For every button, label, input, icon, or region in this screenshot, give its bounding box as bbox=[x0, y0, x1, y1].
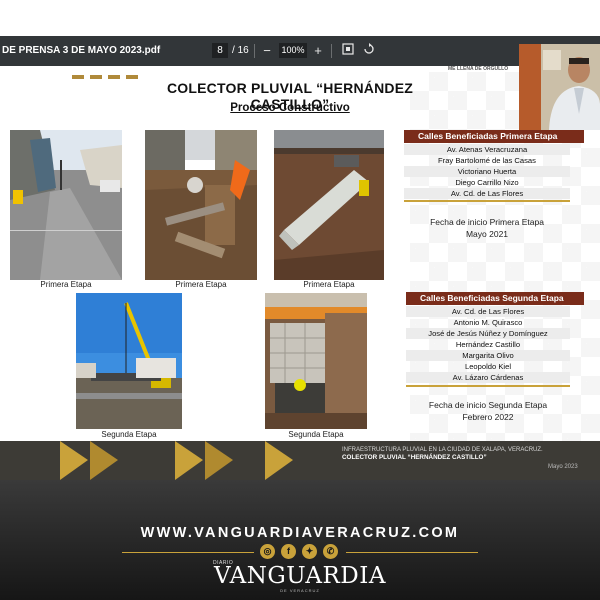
slide-footer-text: INFRAESTRUCTURA PLUVIAL EN LA CIUDAD DE … bbox=[342, 447, 543, 461]
slogan: ME LLENA DE ORGULLO bbox=[448, 66, 509, 72]
facebook-icon[interactable]: f bbox=[281, 544, 296, 559]
photo-caption: Primera Etapa bbox=[175, 280, 227, 289]
photo-wall-second-stage bbox=[265, 293, 367, 429]
page-number-input[interactable]: 8 bbox=[212, 43, 228, 58]
first-stage-street-list: Av. Atenas Veracruzana Fray Bartolomé de… bbox=[404, 144, 570, 199]
photo-caption: Segunda Etapa bbox=[288, 430, 344, 439]
gold-divider bbox=[404, 200, 570, 202]
photo-caption: Primera Etapa bbox=[303, 280, 355, 289]
street-item: Leopoldo Kiel bbox=[464, 362, 512, 371]
file-name: DE PRENSA 3 DE MAYO 2023.pdf bbox=[2, 45, 161, 56]
photo-caption: Primera Etapa bbox=[40, 280, 92, 289]
second-stage-header: Calles Beneficiadas Segunda Etapa bbox=[406, 292, 584, 305]
street-item: Av. Atenas Veracruzana bbox=[404, 144, 570, 155]
street-item: Av. Cd. de Las Flores bbox=[406, 306, 570, 317]
slide-subtitle: Proceso Constructivo bbox=[230, 102, 350, 114]
webcam-video bbox=[519, 44, 600, 130]
toolbar-divider bbox=[254, 44, 255, 58]
slide-footer-date: Mayo 2023 bbox=[548, 464, 578, 470]
street-item: Fray Bartolomé de las Casas bbox=[438, 156, 536, 165]
masthead-sub: DE VERACRUZ bbox=[280, 588, 320, 593]
rotate-icon[interactable] bbox=[360, 41, 378, 61]
whatsapp-icon[interactable]: ✆ bbox=[323, 544, 338, 559]
header-logo bbox=[72, 66, 262, 79]
gold-divider bbox=[346, 552, 478, 553]
second-stage-street-list: Av. Cd. de Las Flores Antonio M. Quirasc… bbox=[406, 306, 570, 383]
street-item: Av. Lázaro Cárdenas bbox=[406, 372, 570, 383]
street-item: Margarita Olivo bbox=[406, 350, 570, 361]
photo-pipe-first-stage bbox=[274, 130, 384, 280]
street-item: Hernández Castillo bbox=[455, 340, 521, 349]
pdf-toolbar: DE PRENSA 3 DE MAYO 2023.pdf 8 / 16 − 10… bbox=[0, 36, 600, 66]
fit-page-icon[interactable] bbox=[339, 41, 357, 61]
presentation-slide: ME LLENA DE ORGULLO COLECTOR PLUVIAL “HE… bbox=[0, 66, 600, 480]
street-item: Diego Carrillo Nizo bbox=[455, 178, 519, 187]
street-item: José de Jesús Núñez y Domínguez bbox=[406, 328, 570, 339]
twitter-icon[interactable]: ✦ bbox=[302, 544, 317, 559]
photo-crane-second-stage bbox=[76, 293, 182, 429]
street-item: Av. Cd. de Las Flores bbox=[404, 188, 570, 199]
first-stage-header: Calles Beneficiadas Primera Etapa bbox=[404, 130, 584, 143]
page-count: / 16 bbox=[232, 45, 249, 56]
toolbar-divider bbox=[331, 44, 332, 58]
photo-street-first-stage bbox=[10, 130, 122, 280]
instagram-icon[interactable]: ◎ bbox=[260, 544, 275, 559]
masthead-logo: VANGUARDIA bbox=[214, 563, 386, 589]
street-item: Antonio M. Quirasco bbox=[453, 318, 523, 327]
photo-excavation-first-stage bbox=[145, 130, 257, 280]
zoom-level-input[interactable]: 100% bbox=[279, 43, 307, 58]
website-url[interactable]: WWW.VANGUARDIAVERACRUZ.COM bbox=[0, 525, 600, 541]
second-stage-start: Fecha de inicio Segunda Etapa Febrero 20… bbox=[428, 400, 548, 422]
zoom-out-button[interactable]: − bbox=[258, 41, 276, 61]
first-stage-start: Fecha de inicio Primera Etapa Mayo 2021 bbox=[430, 217, 544, 239]
gold-divider bbox=[122, 552, 254, 553]
street-item: Victoriano Huerta bbox=[404, 166, 570, 177]
photo-caption: Segunda Etapa bbox=[101, 430, 157, 439]
top-margin bbox=[0, 0, 600, 36]
zoom-in-button[interactable]: + bbox=[309, 41, 327, 61]
gold-divider bbox=[406, 385, 570, 387]
